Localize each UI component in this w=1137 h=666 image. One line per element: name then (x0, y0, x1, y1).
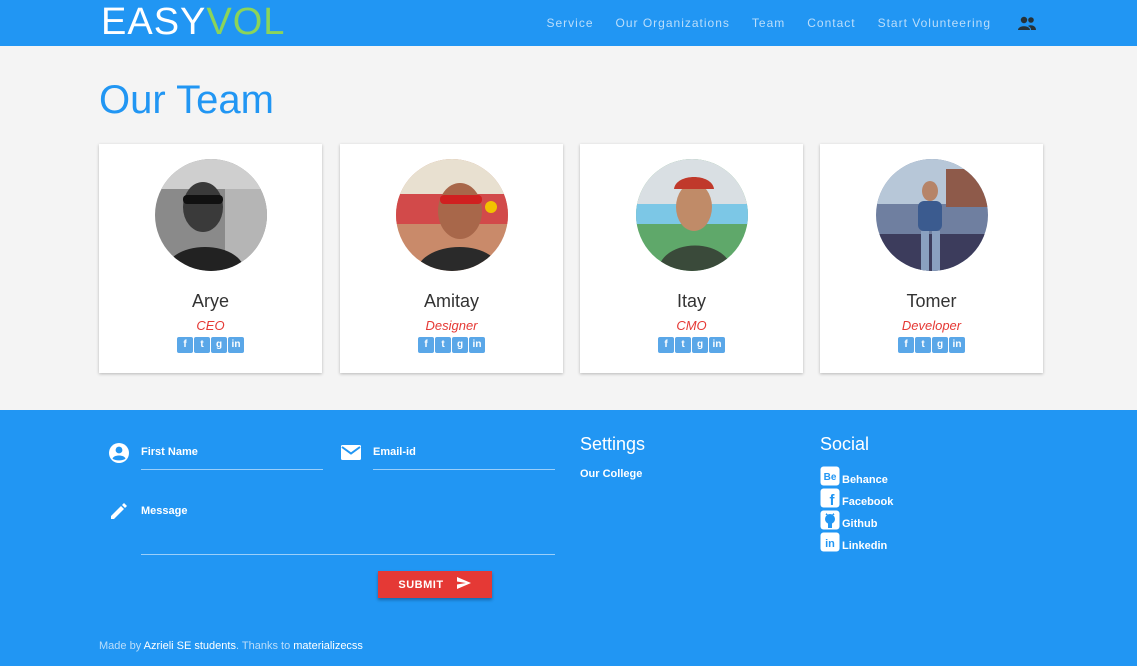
nav-item-start-volunteering[interactable]: Start Volunteering (878, 16, 991, 30)
nav-item-contact[interactable]: Contact (807, 16, 855, 30)
github-icon (820, 510, 840, 530)
link-facebook[interactable]: f Facebook (820, 488, 893, 508)
member-name: Itay (676, 291, 706, 311)
facebook-icon[interactable]: f (898, 337, 914, 353)
avatar-tomer (876, 159, 988, 271)
message-field[interactable]: Message (141, 505, 555, 555)
github-label: Github (842, 518, 878, 530)
social-heading: Social (820, 434, 870, 454)
logo-part-easy: EASY (101, 1, 207, 43)
linkedin-icon: in (820, 532, 840, 552)
twitter-icon[interactable]: t (675, 337, 691, 353)
member-social-links: f t g in (340, 337, 563, 353)
facebook-icon[interactable]: f (177, 337, 193, 353)
nav-item-organizations[interactable]: Our Organizations (616, 16, 730, 30)
twitter-icon[interactable]: t (915, 337, 931, 353)
behance-label: Behance (842, 474, 888, 486)
twitter-icon[interactable]: t (194, 337, 210, 353)
avatar-amitay (396, 159, 508, 271)
first-name-field[interactable]: First Name (141, 446, 323, 470)
member-role: CEO (196, 318, 225, 333)
footer: First Name Email-id Message SUBMIT Setti… (0, 410, 1137, 666)
svg-text:Be: Be (824, 472, 837, 483)
twitter-icon[interactable]: t (435, 337, 451, 353)
send-icon (456, 576, 472, 593)
member-name: Arye (191, 291, 229, 311)
logo-part-vol: VOL (206, 1, 286, 43)
settings-heading: Settings (580, 434, 646, 454)
linkedin-icon[interactable]: in (228, 337, 244, 353)
team-card-tomer: Tomer Developer f t g in (820, 144, 1043, 373)
member-role: Developer (901, 318, 962, 333)
member-social-links: f t g in (820, 337, 1043, 353)
submit-label: SUBMIT (398, 578, 444, 591)
submit-button[interactable]: SUBMIT (378, 571, 492, 598)
link-behance[interactable]: Be Behance (820, 466, 888, 486)
credits-middle: . Thanks to (235, 640, 294, 652)
avatar-arye (155, 159, 267, 271)
facebook-icon[interactable]: f (418, 337, 434, 353)
behance-icon: Be (820, 466, 840, 486)
footer-credits: Made by Azrieli SE students. Thanks to m… (99, 640, 363, 652)
avatar-itay (636, 159, 748, 271)
team-card-itay: Itay CMO f t g in (580, 144, 803, 373)
credits-framework-link[interactable]: materializecss (293, 640, 363, 652)
linkedin-icon[interactable]: in (469, 337, 485, 353)
first-name-label: First Name (141, 446, 198, 458)
linkedin-icon[interactable]: in (709, 337, 725, 353)
account-circle-icon (108, 442, 130, 469)
credits-author: Azrieli SE students (143, 640, 236, 652)
member-role: CMO (676, 318, 707, 333)
credits-prefix: Made by (99, 640, 144, 652)
email-label: Email-id (373, 446, 416, 458)
email-icon (340, 444, 362, 467)
pencil-icon (109, 501, 129, 526)
nav-item-service[interactable]: Service (546, 16, 593, 30)
page-title: Our Team (99, 78, 274, 122)
facebook-label: Facebook (842, 496, 894, 508)
member-role: Designer (425, 318, 478, 333)
googleplus-icon[interactable]: g (452, 337, 468, 353)
link-linkedin[interactable]: in Linkedin (820, 532, 887, 552)
member-name: Tomer (906, 291, 957, 311)
facebook-icon: f (820, 488, 840, 508)
people-icon[interactable] (1017, 15, 1037, 31)
member-social-links: f t g in (580, 337, 803, 353)
googleplus-icon[interactable]: g (211, 337, 227, 353)
message-label: Message (141, 505, 188, 517)
brand-logo[interactable]: EASYVOL (101, 2, 285, 42)
googleplus-icon[interactable]: g (932, 337, 948, 353)
team-card-amitay: Amitay Designer f t g in (340, 144, 563, 373)
linkedin-label: Linkedin (842, 540, 888, 552)
facebook-icon[interactable]: f (658, 337, 674, 353)
member-social-links: f t g in (99, 337, 322, 353)
link-github[interactable]: Github (820, 510, 877, 530)
team-card-arye: Arye CEO f t g in (99, 144, 322, 373)
link-our-college[interactable]: Our College (580, 468, 642, 480)
member-name: Amitay (423, 291, 479, 311)
email-field[interactable]: Email-id (373, 446, 555, 470)
googleplus-icon[interactable]: g (692, 337, 708, 353)
svg-text:in: in (825, 538, 835, 550)
navbar: EASYVOL Service Our Organizations Team C… (0, 0, 1137, 46)
nav-item-team[interactable]: Team (752, 16, 785, 30)
linkedin-icon[interactable]: in (949, 337, 965, 353)
nav-menu: Service Our Organizations Team Contact S… (524, 0, 1037, 46)
